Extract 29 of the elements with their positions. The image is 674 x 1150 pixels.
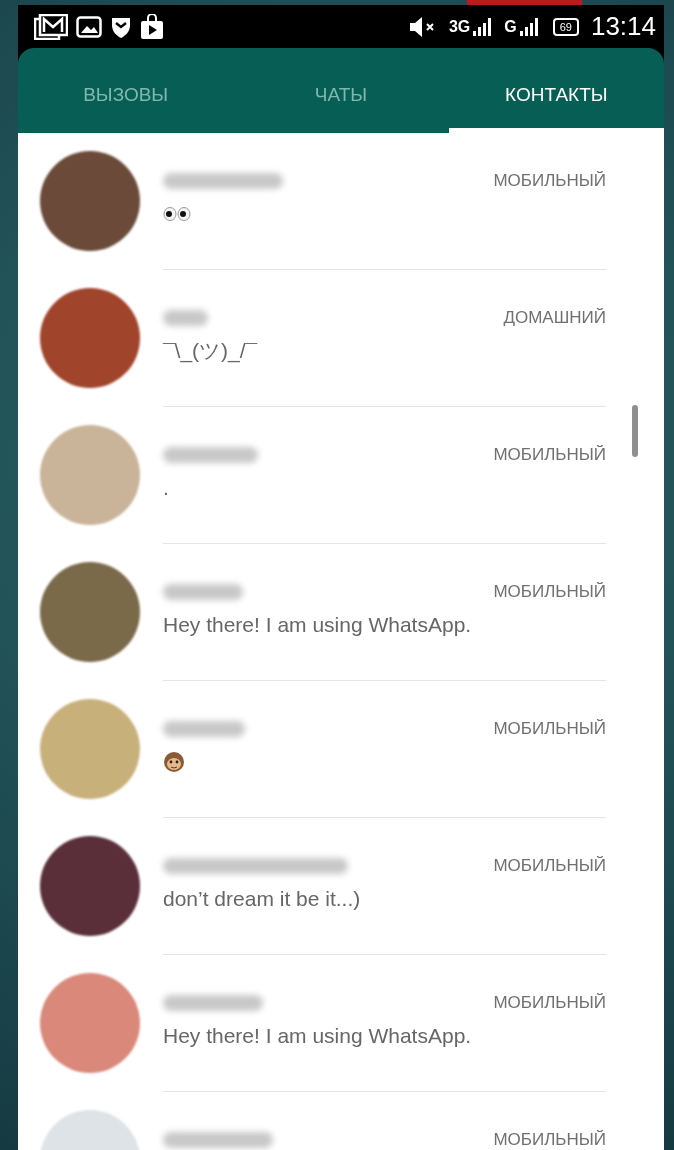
image-icon	[76, 15, 102, 38]
signal-icon	[472, 16, 493, 37]
contact-status: .	[163, 476, 169, 500]
phone-type: ДОМАШНИЙ	[503, 308, 606, 328]
monkey-emoji-icon	[163, 751, 185, 773]
tab[interactable]: ВЫЗОВЫ	[18, 84, 234, 133]
store-icon	[140, 13, 164, 40]
phone-type: МОБИЛЬНЫЙ	[493, 445, 606, 465]
phone-type: МОБИЛЬНЫЙ	[493, 1130, 606, 1150]
contact-status: Hey there! I am using WhatsApp.	[163, 1024, 472, 1048]
contact-status: don’t dream it be it...)	[163, 887, 361, 911]
phone-type: МОБИЛЬНЫЙ	[493, 993, 606, 1013]
phone-type: МОБИЛЬНЫЙ	[493, 719, 606, 739]
gallery-icon	[34, 13, 68, 40]
battery-level: 69	[552, 17, 579, 36]
contact-status: ¯\_(ツ)_/¯	[163, 338, 258, 365]
phone-type: МОБИЛЬНЫЙ	[493, 856, 606, 876]
blurred-name	[163, 310, 208, 326]
tab[interactable]: ЧАТЫ	[233, 84, 449, 133]
clock: 13:14	[590, 11, 656, 42]
mute-icon	[408, 15, 437, 38]
phone-type: МОБИЛЬНЫЙ	[493, 582, 606, 602]
signal-icon	[518, 16, 539, 37]
contact-status: Hey there! I am using WhatsApp.	[163, 613, 472, 637]
network-label: 3G	[448, 17, 471, 36]
phone-type: МОБИЛЬНЫЙ	[493, 171, 606, 191]
scrollbar[interactable]	[632, 405, 638, 457]
eyes-emoji-icon	[163, 207, 191, 221]
network-label: G	[504, 17, 517, 36]
